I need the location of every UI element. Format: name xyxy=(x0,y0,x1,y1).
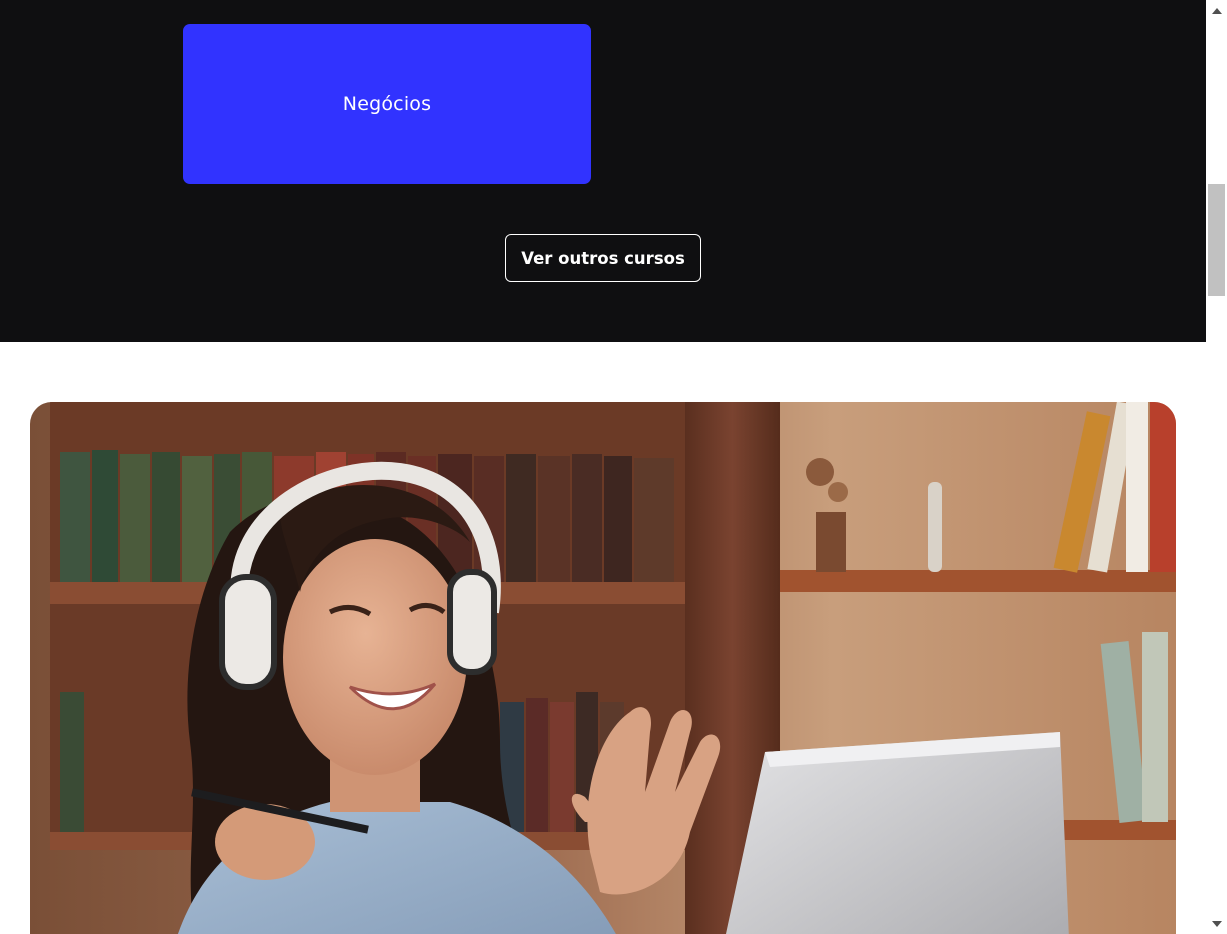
page-content: Negócios Ver outros cursos xyxy=(0,0,1206,934)
hero-image xyxy=(30,402,1176,934)
scrollbar-thumb[interactable] xyxy=(1208,184,1225,296)
more-courses-button[interactable]: Ver outros cursos xyxy=(505,234,701,282)
scroll-down-arrow-icon[interactable] xyxy=(1206,913,1227,934)
page: Negócios Ver outros cursos xyxy=(0,0,1227,934)
category-card-negocios[interactable]: Negócios xyxy=(183,24,591,184)
category-card-label: Negócios xyxy=(342,93,432,115)
scroll-up-arrow-icon[interactable] xyxy=(1206,0,1227,21)
vertical-scrollbar[interactable] xyxy=(1206,0,1227,934)
courses-section: Negócios Ver outros cursos xyxy=(0,0,1206,342)
